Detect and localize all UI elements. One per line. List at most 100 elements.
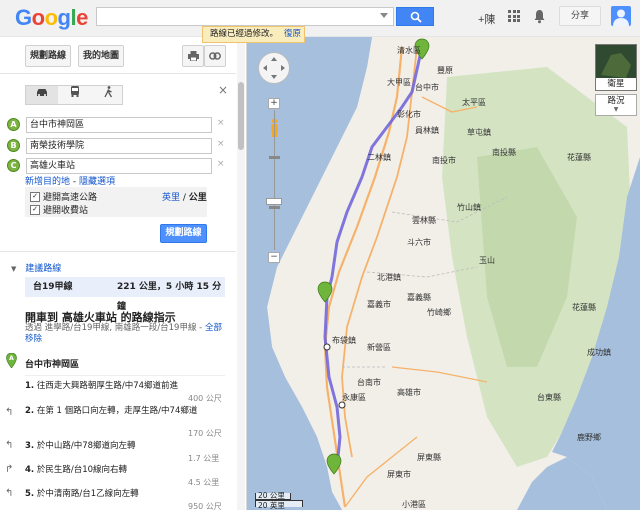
mode-driving[interactable] <box>26 86 58 104</box>
traffic-label: 路況 <box>607 96 625 106</box>
chevron-down-icon: ▼ <box>613 106 619 113</box>
map-place-label: 竹崎鄉 <box>427 308 451 317</box>
waypoint-input[interactable]: 南榮技術學院 <box>26 138 212 154</box>
mode-transit[interactable] <box>59 86 91 104</box>
suggested-routes-label: 建議路線 <box>25 264 62 274</box>
step-text: 往西走大興路朝厚生路/中74鄉道前進 <box>36 381 179 391</box>
add-destination-link[interactable]: 新增目的地 <box>25 177 70 187</box>
map-place-label: 永康區 <box>342 393 366 402</box>
car-icon <box>37 89 47 96</box>
route-vertex-icon[interactable] <box>323 343 331 351</box>
waypoint-input[interactable]: 台中市神岡區 <box>26 117 212 133</box>
close-directions-icon[interactable]: × <box>218 83 228 97</box>
zoom-out-button[interactable]: − <box>268 252 280 263</box>
top-bar: Google +陳 分享 <box>0 0 640 37</box>
turn-left-icon: ↰ <box>5 440 14 451</box>
remove-waypoint-icon[interactable]: × <box>217 159 225 169</box>
plus-profile-link[interactable]: +陳 <box>478 11 495 27</box>
map-place-label: 成功鎮 <box>587 348 611 357</box>
mode-walking[interactable] <box>92 86 124 104</box>
print-button[interactable] <box>182 45 204 67</box>
unit-km-label: 公里 <box>188 193 207 203</box>
turn-right-icon: ↱ <box>5 464 14 475</box>
avoid-tolls-checkbox[interactable]: ✓ <box>30 204 40 215</box>
panel-scrollbar-thumb[interactable] <box>238 82 244 150</box>
avoid-tolls-option[interactable]: ✓ 避開收費站 <box>30 203 89 216</box>
divider <box>0 73 236 74</box>
start-marker-icon[interactable]: A <box>6 353 17 368</box>
satellite-toggle[interactable]: 衛星 <box>595 44 637 91</box>
map-place-label: 草屯鎮 <box>467 128 491 137</box>
user-avatar-icon <box>613 9 629 26</box>
map-place-label: 花蓮縣 <box>572 303 596 312</box>
step-distance: 1.7 公里 <box>188 454 220 463</box>
map-place-label: 南投市 <box>432 156 456 165</box>
avoid-highways-option[interactable]: ✓ 避開高速公路 <box>30 190 98 203</box>
zoom-slider-handle[interactable] <box>266 198 282 205</box>
direction-step[interactable]: 5. 於中清南路/台1乙線向左轉 <box>25 488 210 500</box>
direction-step[interactable]: 1. 往西走大興路朝厚生路/中74鄉道前進 <box>25 380 210 392</box>
notifications-bell-icon[interactable] <box>533 9 546 24</box>
step-number: 1. <box>25 381 35 391</box>
svg-text:A: A <box>9 355 14 362</box>
waypoint-row: B 南榮技術學院 × <box>7 138 227 154</box>
zoom-slider-track[interactable] <box>269 110 280 272</box>
route-options: ✓ 避開高速公路 ✓ 避開收費站 英里 / 公里 <box>25 187 207 217</box>
avoid-highways-checkbox[interactable]: ✓ <box>30 191 40 202</box>
remove-waypoint-icon[interactable]: × <box>217 118 225 128</box>
waypoint-marker-icon[interactable]: C <box>7 159 20 172</box>
map-place-label: 清水區 <box>397 46 421 55</box>
link-button[interactable] <box>204 45 226 67</box>
google-logo[interactable]: Google <box>15 5 88 31</box>
search-input[interactable] <box>96 7 394 26</box>
step-text: 在第 1 個路口向左轉，走厚生路/中74鄉道 <box>36 406 198 416</box>
plan-route-button[interactable]: 規劃路線 <box>160 224 207 243</box>
tab-directions[interactable]: 規劃路線 <box>25 45 71 67</box>
avatar[interactable] <box>611 6 631 26</box>
map-canvas[interactable]: 清水區 台中市 豐原 大甲區 太平區 彰化市 草屯鎮 員林鎮 南投縣 南投市 二林鎮 竹山鎮 斗六市 雲林… <box>247 37 640 510</box>
unit-miles-link[interactable]: 英里 <box>162 193 180 203</box>
divider <box>0 251 236 252</box>
avoid-tolls-label: 避開收費站 <box>43 206 89 216</box>
suggested-routes-toggle[interactable]: ▼ 建議路線 <box>11 261 61 274</box>
waypoint-row: C 高雄火車站 × <box>7 158 227 174</box>
route-option[interactable]: 台19甲線 221 公里，5 小時 15 分鐘 <box>25 277 225 312</box>
waypoint-marker-icon[interactable]: A <box>7 118 20 131</box>
step-distance: 400 公尺 <box>188 394 222 403</box>
search-button[interactable] <box>396 7 434 26</box>
map-place-label: 竹山鎮 <box>457 203 481 212</box>
pan-arrows-icon <box>263 57 285 79</box>
link-icon <box>209 52 221 60</box>
search-icon <box>410 11 422 23</box>
remove-waypoint-icon[interactable]: × <box>217 139 225 149</box>
map-place-label: 花蓮縣 <box>567 153 591 162</box>
avoid-highways-label: 避開高速公路 <box>43 193 98 203</box>
tab-my-maps[interactable]: 我的地圖 <box>78 45 124 67</box>
pan-control[interactable] <box>258 52 290 84</box>
undo-link[interactable]: 復原 <box>284 29 301 39</box>
satellite-thumbnail-icon <box>596 45 636 78</box>
traffic-layer-toggle[interactable]: 路況 ▼ <box>595 94 637 116</box>
zoom-in-button[interactable]: + <box>268 98 280 109</box>
map-place-label: 高雄市 <box>397 388 421 397</box>
toast-text: 路線已經過修改。 <box>210 29 279 39</box>
map-place-label: 台南市 <box>357 378 381 387</box>
waypoint-marker-icon[interactable]: B <box>7 139 20 152</box>
map-place-label: 玉山 <box>479 256 495 265</box>
directions-panel: 規劃路線 我的地圖 × A 台中市神岡區 × B 南榮技術學院 × C 高雄火車… <box>0 37 247 510</box>
scale-km: 20 公里 <box>255 492 291 500</box>
hide-options-link[interactable]: 隱藏選項 <box>79 177 115 187</box>
share-button[interactable]: 分享 <box>559 6 601 26</box>
route-modified-toast: 路線已經過修改。 復原 <box>202 26 305 43</box>
direction-step[interactable]: 3. 於中山路/中78鄉道向左轉 <box>25 440 210 452</box>
map-place-label: 彰化市 <box>397 110 421 119</box>
step-text: 於中山路/中78鄉道向左轉 <box>36 441 136 451</box>
map-place-label: 太平區 <box>462 98 486 107</box>
step-text: 於民生路/台10線向右轉 <box>36 465 128 475</box>
search-dropdown-icon[interactable] <box>380 13 388 18</box>
map-place-label: 南投縣 <box>492 148 516 157</box>
waypoint-input[interactable]: 高雄火車站 <box>26 158 212 174</box>
apps-grid-icon[interactable] <box>508 10 520 22</box>
direction-step[interactable]: 2. 在第 1 個路口向左轉，走厚生路/中74鄉道 <box>25 405 210 417</box>
direction-step[interactable]: 4. 於民生路/台10線向右轉 <box>25 464 210 476</box>
